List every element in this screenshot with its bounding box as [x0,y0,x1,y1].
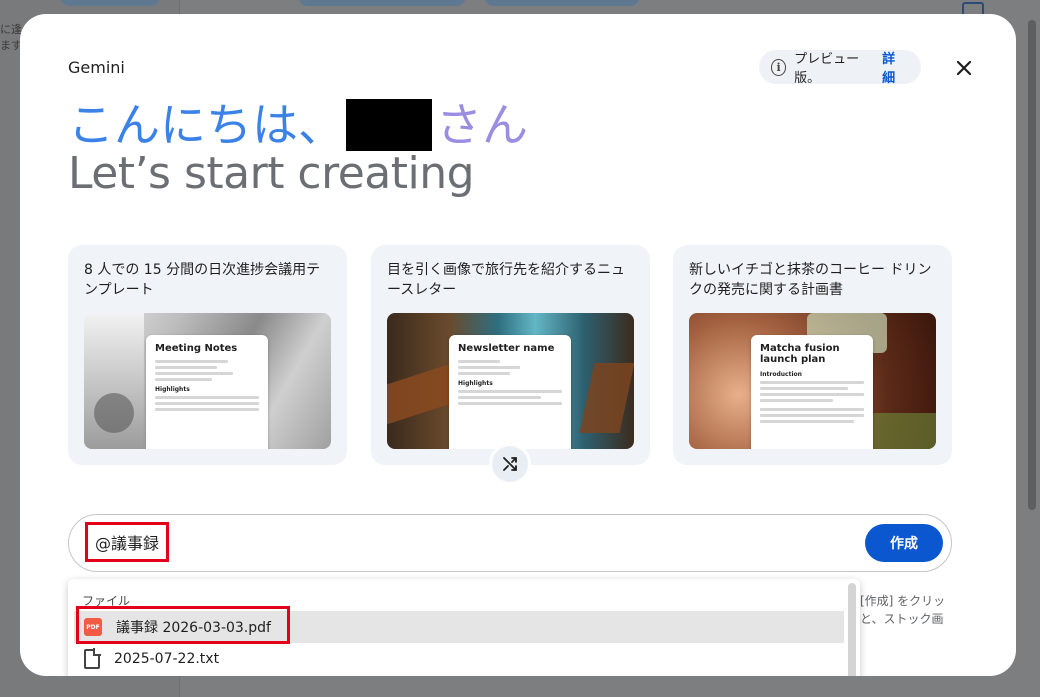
document-preview: Matcha fusion launch plan Introduction [751,335,873,449]
gemini-dialog: Gemini i プレビュー版。 詳細 こんにちは、 さん Let’s star… [20,14,1016,676]
card-text: 8 人での 15 分間の日次進捗会議用テンプレート [84,262,321,298]
doc-title: Meeting Notes [155,343,238,354]
preview-label: プレビュー版。 [794,52,860,86]
prompt-input[interactable]: @議事録 作成 [68,514,952,572]
greeting: こんにちは、 さん [68,96,528,154]
background-text: に逢 ます [0,23,22,52]
background-scrollbar [1028,20,1036,510]
shuffle-icon [503,457,517,471]
card-image: Newsletter name Highlights [387,313,634,449]
background-pill [60,0,160,6]
suggestion-card[interactable]: 8 人での 15 分間の日次進捗会議用テンプレート Meeting Notes … [68,245,347,465]
background-pill [298,0,466,6]
background-pill [484,0,640,6]
close-button[interactable] [950,54,978,82]
file-icon [84,648,101,669]
dropdown-scrollbar[interactable] [848,583,856,676]
card-image: Matcha fusion launch plan Introduction [689,313,936,449]
greeting-hello: こんにちは、 [68,98,344,152]
preview-chip[interactable]: i プレビュー版。 詳細 [759,48,921,86]
card-image: Meeting Notes Highlights [84,313,331,449]
document-preview: Newsletter name Highlights [449,335,571,449]
doc-section: Highlights [458,380,493,387]
tagline: Let’s start creating [68,148,475,199]
prompt-text[interactable]: @議事録 [85,522,169,562]
document-preview: Meeting Notes Highlights [146,335,268,449]
doc-section: Introduction [760,371,802,378]
details-link[interactable]: 詳細 [882,48,905,86]
info-icon: i [771,58,787,76]
card-text: 目を引く画像で旅行先を紹介するニュースレター [387,262,625,298]
dropdown-item[interactable]: 2025-07-22.txt [74,643,844,675]
shuffle-button[interactable] [489,443,531,485]
doc-title: Newsletter name [458,343,555,354]
doc-section: Highlights [155,386,190,393]
dropdown-item-label: 2025-07-22.txt [114,651,220,667]
card-text: 新しいイチゴと抹茶のコーヒー ドリンクの発売に関する計画書 [689,262,932,298]
greeting-suffix: さん [436,98,528,152]
hint-text: [作成] をクリッ と、ストック画 [860,594,946,626]
suggestion-card[interactable]: 目を引く画像で旅行先を紹介するニュースレター Newsletter name H… [371,245,650,465]
highlight-box [76,606,290,644]
brand-label: Gemini [68,58,125,77]
redacted-name [346,99,432,151]
close-icon [956,60,972,76]
suggestion-card[interactable]: 新しいイチゴと抹茶のコーヒー ドリンクの発売に関する計画書 Matcha fus… [673,245,952,465]
create-button[interactable]: 作成 [865,524,943,562]
doc-title: Matcha fusion launch plan [760,343,840,365]
